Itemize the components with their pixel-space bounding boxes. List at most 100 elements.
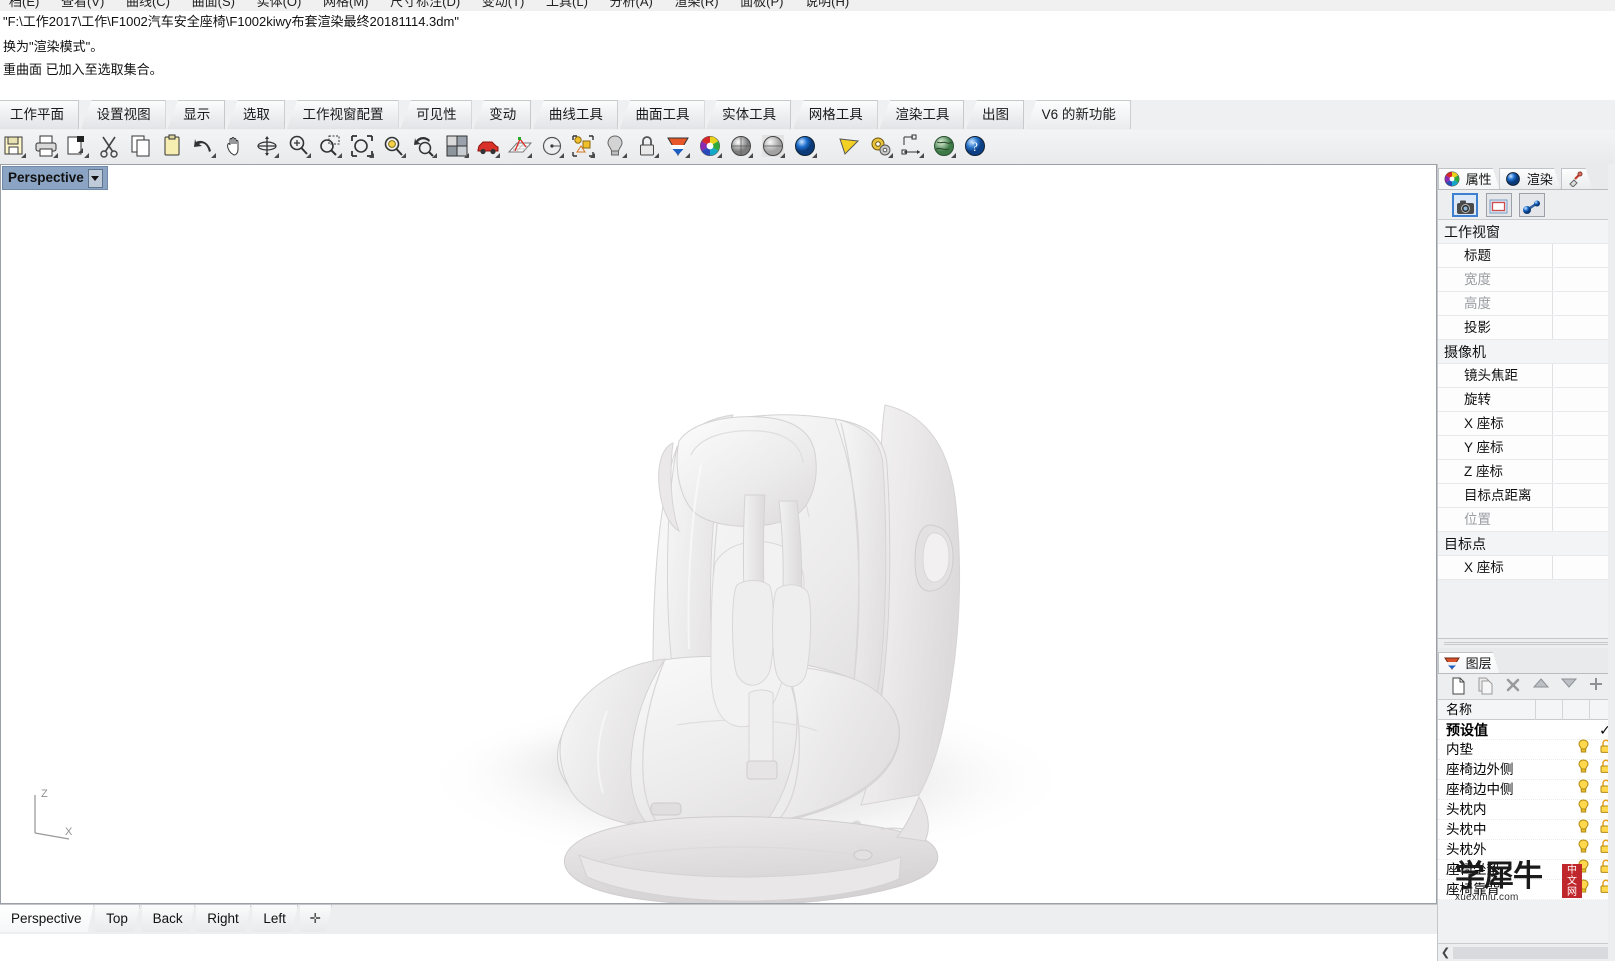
grid-snap-icon[interactable] [507, 133, 533, 159]
prop-value-target-x[interactable] [1552, 556, 1615, 579]
menu-item-render[interactable]: 渲染(R) [666, 0, 728, 8]
camera-button[interactable] [1452, 193, 1478, 217]
circle-point-icon[interactable] [539, 133, 565, 159]
layer-row-headrest-mid[interactable]: 头枕中 [1438, 819, 1615, 840]
layer-properties-icon[interactable] [1584, 677, 1608, 698]
viewport-frame-button[interactable] [1485, 193, 1512, 217]
tab-visibility[interactable]: 可见性 [400, 100, 472, 129]
color-wheel-icon[interactable] [697, 133, 723, 159]
car-render-icon[interactable] [475, 133, 501, 159]
copy-icon[interactable] [128, 133, 154, 159]
prop-row-camera-y[interactable]: Y 座标 [1438, 436, 1615, 460]
spotlight-cone-icon[interactable] [836, 133, 862, 159]
layer-visibility-bulb-icon[interactable] [1572, 839, 1594, 860]
menu-item-panels[interactable]: 面板(P) [731, 0, 792, 8]
viewport-tab-right[interactable]: Right [196, 905, 251, 932]
menu-item-tools[interactable]: 工具(L) [537, 0, 597, 8]
help-question-icon[interactable]: ? [962, 133, 988, 159]
menu-item-help[interactable]: 说明(H) [796, 0, 858, 8]
prop-value-title[interactable] [1552, 244, 1615, 267]
panel-tab-render[interactable]: 渲染 [1499, 168, 1561, 190]
paste-clipboard-icon[interactable] [159, 133, 185, 159]
prop-value-rotation[interactable] [1552, 388, 1615, 411]
panel-tab-eyedropper[interactable] [1561, 168, 1593, 190]
tab-transform[interactable]: 变动 [473, 100, 532, 129]
prop-row-rotation[interactable]: 旋转 [1438, 388, 1615, 412]
prop-row-target-distance[interactable]: 目标点距离 [1438, 484, 1615, 508]
tab-display[interactable]: 显示 [167, 100, 226, 129]
menu-item-curve[interactable]: 曲线(C) [117, 0, 179, 8]
prop-value-projection[interactable] [1552, 316, 1615, 339]
menu-item-file[interactable]: 档(E) [0, 0, 48, 8]
command-history-pane[interactable]: "F:\工作2017\工作\F1002汽车安全座椅\F1002kiwy布套渲染最… [0, 11, 1615, 100]
tab-select[interactable]: 选取 [226, 100, 285, 129]
layer-visibility-bulb-icon[interactable] [1572, 799, 1594, 820]
layer-visibility-bulb-icon[interactable] [1572, 759, 1594, 780]
layer-row-seat-side-mid[interactable]: 座椅边中侧 [1438, 779, 1615, 800]
layers-horizontal-scrollbar[interactable]: ❮ [1438, 943, 1615, 961]
menu-item-analyze[interactable]: 分析(A) [601, 0, 662, 8]
shade-sphere-icon[interactable] [728, 133, 754, 159]
scissors-cut-icon[interactable] [96, 133, 122, 159]
zoom-previous-icon[interactable] [412, 133, 438, 159]
render-sphere-icon[interactable] [792, 133, 818, 159]
layer-row-headrest-inner[interactable]: 头枕内 [1438, 799, 1615, 820]
prop-row-target-x[interactable]: X 座标 [1438, 556, 1615, 580]
menu-item-dimension[interactable]: 尺寸标注(D) [381, 0, 469, 8]
viewport-title-label[interactable]: Perspective [2, 166, 108, 190]
tab-cplane[interactable]: 工作平面 [0, 100, 79, 129]
prop-row-camera-z[interactable]: Z 座标 [1438, 460, 1615, 484]
earth-globe-icon[interactable] [931, 133, 957, 159]
layer-row-inner-pad[interactable]: 内垫 [1438, 739, 1615, 760]
zoom-selected-icon[interactable] [381, 133, 407, 159]
layer-visibility-bulb-icon[interactable] [1572, 859, 1594, 880]
viewport-tab-top[interactable]: Top [95, 905, 140, 932]
zoom-extents-icon[interactable] [349, 133, 375, 159]
menu-item-surface[interactable]: 曲面(S) [183, 0, 244, 8]
new-layer-icon[interactable] [1446, 677, 1470, 698]
lock-icon[interactable] [634, 133, 660, 159]
scroll-left-arrow-icon[interactable]: ❮ [1438, 946, 1453, 959]
prop-row-title[interactable]: 标题 [1438, 244, 1615, 268]
pan-hand-icon[interactable] [222, 133, 248, 159]
save-icon[interactable] [1, 133, 27, 159]
layer-row-seat-side-outer[interactable]: 座椅边外侧 [1438, 759, 1615, 780]
delete-layer-icon[interactable] [1501, 677, 1525, 698]
add-viewport-tab-icon[interactable]: ✛ [300, 905, 332, 932]
ghosted-sphere-icon[interactable] [760, 133, 786, 159]
dimension-icon[interactable] [899, 133, 925, 159]
zoom-in-icon[interactable] [286, 133, 312, 159]
prop-value-lens-length[interactable] [1552, 364, 1615, 387]
menu-item-solid[interactable]: 实体(O) [248, 0, 311, 8]
tab-curve-tools[interactable]: 曲线工具 [532, 100, 618, 129]
prop-value-camera-x[interactable] [1552, 412, 1615, 435]
prop-row-camera-x[interactable]: X 座标 [1438, 412, 1615, 436]
prop-row-lens-length[interactable]: 镜头焦距 [1438, 364, 1615, 388]
light-bulb-icon[interactable] [602, 133, 628, 159]
prop-value-camera-y[interactable] [1552, 436, 1615, 459]
undo-arrow-icon[interactable] [191, 133, 217, 159]
tab-whats-new-v6[interactable]: V6 的新功能 [1025, 100, 1131, 129]
layer-visibility-bulb-icon[interactable] [1572, 739, 1594, 760]
layer-row-seat-back[interactable]: 座椅靠背 [1438, 879, 1615, 900]
viewport-tab-back[interactable]: Back [142, 905, 195, 932]
layer-visibility-bulb-icon[interactable] [1572, 819, 1594, 840]
menu-item-view[interactable]: 查看(V) [52, 0, 113, 8]
gears-options-icon[interactable] [868, 133, 894, 159]
layers-scroll-track[interactable] [1453, 946, 1614, 959]
layer-row-headrest-outer[interactable]: 头枕外 [1438, 839, 1615, 860]
perspective-viewport[interactable]: Perspective Z X [0, 164, 1437, 904]
panel-tab-layers[interactable]: 图层 [1438, 652, 1500, 674]
zoom-window-icon[interactable] [317, 133, 343, 159]
tab-mesh-tools[interactable]: 网格工具 [792, 100, 878, 129]
move-layer-down-icon[interactable] [1557, 677, 1581, 698]
viewport-menu-chevron-down-icon[interactable] [87, 168, 103, 188]
rotate-view-icon[interactable] [254, 133, 280, 159]
tab-solid-tools[interactable]: 实体工具 [706, 100, 792, 129]
prop-value-target-distance[interactable] [1552, 484, 1615, 507]
prop-row-projection[interactable]: 投影 [1438, 316, 1615, 340]
layer-row-seat-cushion[interactable]: 座椅坐垫 [1438, 859, 1615, 880]
tab-surface-tools[interactable]: 曲面工具 [619, 100, 705, 129]
menu-item-mesh[interactable]: 网格(M) [314, 0, 378, 8]
tab-viewport-layout[interactable]: 工作视窗配置 [286, 100, 399, 129]
